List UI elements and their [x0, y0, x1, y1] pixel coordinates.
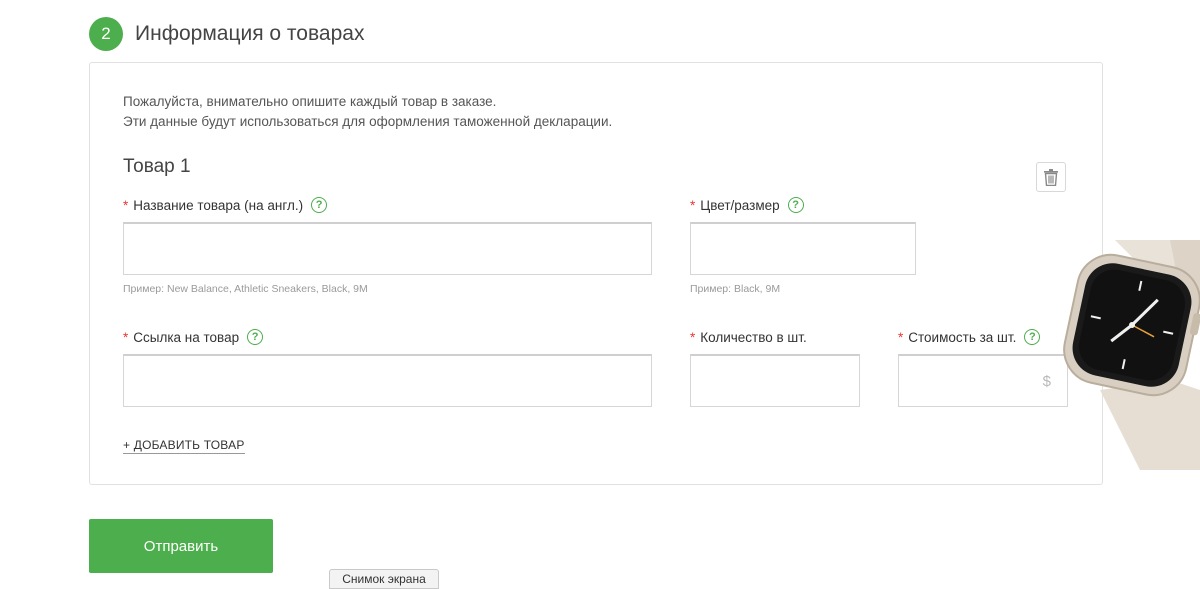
- product-link-label: * Ссылка на товар ?: [123, 327, 264, 347]
- item-title: Товар 1: [123, 156, 191, 177]
- submit-button[interactable]: Отправить: [89, 519, 273, 573]
- section-title: Информация о товарах: [135, 22, 365, 45]
- delete-item-button[interactable]: [1036, 162, 1066, 192]
- required-mark: *: [123, 197, 129, 213]
- intro-line-1: Пожалуйста, внимательно опишите каждый т…: [123, 94, 497, 109]
- price-input[interactable]: $: [898, 354, 1068, 407]
- color-size-label-text: Цвет/размер: [700, 197, 780, 213]
- intro-text: Пожалуйста, внимательно опишите каждый т…: [123, 92, 612, 132]
- product-link-input[interactable]: [123, 354, 652, 407]
- quantity-label: * Количество в шт.: [690, 327, 807, 347]
- quantity-input[interactable]: [690, 354, 860, 407]
- step-header: 2 Информация о товарах: [89, 17, 364, 51]
- screenshot-tooltip: Снимок экрана: [329, 569, 439, 589]
- required-mark: *: [690, 197, 696, 213]
- step-number-badge: 2: [89, 17, 123, 51]
- intro-line-2: Эти данные будут использоваться для офор…: [123, 114, 613, 129]
- product-name-hint: Пример: New Balance, Athletic Sneakers, …: [123, 283, 368, 295]
- question-circle-icon[interactable]: ?: [247, 329, 264, 345]
- smartwatch-image: [1063, 240, 1200, 470]
- quantity-label-text: Количество в шт.: [700, 329, 807, 345]
- price-label-text: Стоимость за шт.: [908, 329, 1017, 345]
- product-link-label-text: Ссылка на товар: [133, 329, 240, 345]
- trash-icon: [1044, 168, 1058, 186]
- question-circle-icon[interactable]: ?: [1024, 329, 1041, 345]
- product-name-label-text: Название товара (на англ.): [133, 197, 304, 213]
- required-mark: *: [123, 329, 129, 345]
- required-mark: *: [690, 329, 696, 345]
- question-circle-icon[interactable]: ?: [787, 197, 804, 213]
- question-circle-icon[interactable]: ?: [311, 197, 328, 213]
- color-size-hint: Пример: Black, 9M: [690, 283, 781, 295]
- product-name-input[interactable]: [123, 222, 652, 275]
- required-mark: *: [898, 329, 904, 345]
- price-label: * Стоимость за шт. ?: [898, 327, 1041, 347]
- color-size-input[interactable]: [690, 222, 916, 275]
- add-item-link[interactable]: + ДОБАВИТЬ ТОВАР: [123, 438, 245, 454]
- color-size-label: * Цвет/размер ?: [690, 195, 804, 215]
- product-name-label: * Название товара (на англ.) ?: [123, 195, 328, 215]
- currency-symbol: $: [1042, 373, 1051, 390]
